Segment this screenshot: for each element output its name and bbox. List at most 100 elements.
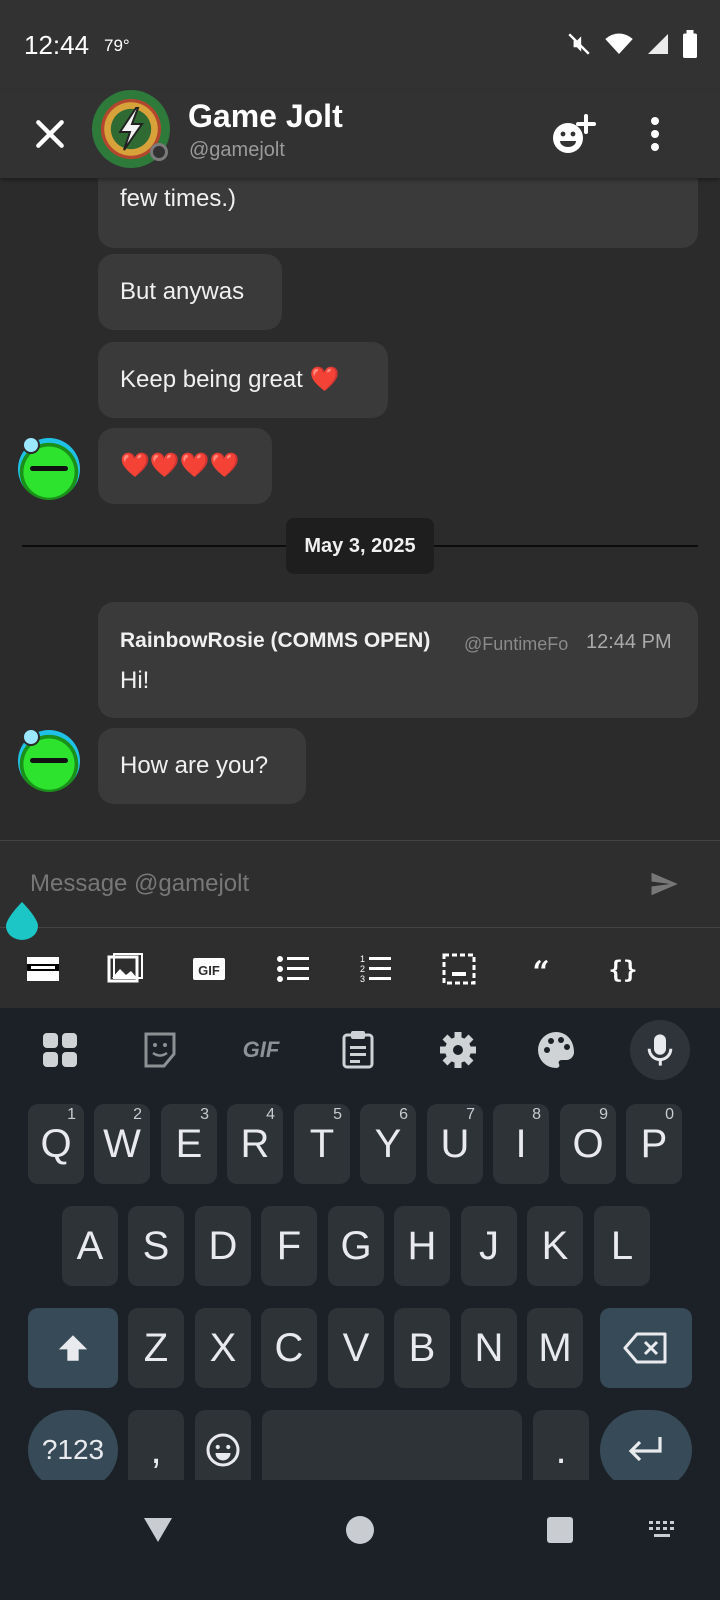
settings-icon[interactable] xyxy=(436,1028,480,1072)
shift-key[interactable] xyxy=(28,1308,118,1388)
quote-icon[interactable]: “ xyxy=(522,950,560,988)
home-nav-icon[interactable] xyxy=(344,1514,376,1546)
add-friend-icon[interactable] xyxy=(548,112,598,156)
message-bubble[interactable]: But anywas xyxy=(98,254,282,330)
key-t[interactable]: 5T xyxy=(294,1104,350,1184)
message-bubble[interactable]: RainbowRosie (COMMS OPEN) @FuntimeFo 12:… xyxy=(98,602,698,718)
message-composer xyxy=(0,840,720,928)
key-o[interactable]: 9O xyxy=(560,1104,616,1184)
key-b[interactable]: B xyxy=(394,1308,450,1388)
more-vert-icon[interactable] xyxy=(640,112,670,156)
message-author[interactable]: RainbowRosie (COMMS OPEN) xyxy=(120,624,430,658)
key-s[interactable]: S xyxy=(128,1206,184,1286)
message-text: Keep being great ❤️ xyxy=(120,366,340,393)
message-input[interactable] xyxy=(28,865,592,903)
status-icons xyxy=(566,30,698,58)
emoji-key[interactable] xyxy=(195,1410,251,1490)
sender-avatar[interactable] xyxy=(18,728,80,792)
backspace-icon xyxy=(623,1332,667,1364)
bullet-list-icon[interactable] xyxy=(274,950,312,988)
message-bubble[interactable]: How are you? xyxy=(98,728,306,804)
message-bubble[interactable]: ❤️❤️❤️❤️ xyxy=(98,428,272,504)
key-w[interactable]: 2W xyxy=(94,1104,150,1184)
key-i[interactable]: 8I xyxy=(493,1104,549,1184)
wifi-icon xyxy=(605,33,633,54)
key-x[interactable]: X xyxy=(195,1308,251,1388)
message-timestamp: 12:44 PM xyxy=(586,631,672,653)
keyboard-gif-button[interactable]: GIF xyxy=(234,1028,288,1072)
message-list[interactable]: Frucking love you (not like I thought ab… xyxy=(0,178,720,840)
key-f[interactable]: F xyxy=(261,1206,317,1286)
comma-key[interactable]: , xyxy=(128,1410,184,1490)
key-y[interactable]: 6Y xyxy=(360,1104,416,1184)
key-q[interactable]: 1Q xyxy=(28,1104,84,1184)
enter-key[interactable] xyxy=(600,1410,692,1490)
key-u[interactable]: 7U xyxy=(427,1104,483,1184)
key-l[interactable]: L xyxy=(594,1206,650,1286)
chat-handle: @gamejolt xyxy=(189,139,285,161)
text-cursor-handle[interactable] xyxy=(4,900,40,940)
key-n[interactable]: N xyxy=(461,1308,517,1388)
image-icon[interactable] xyxy=(106,950,144,988)
key-g[interactable]: G xyxy=(328,1206,384,1286)
message-bubble[interactable]: Frucking love you (not like I thought ab… xyxy=(98,178,698,248)
svg-text:2: 2 xyxy=(360,964,365,974)
space-key[interactable] xyxy=(262,1410,522,1490)
close-icon[interactable] xyxy=(30,114,70,154)
enter-icon xyxy=(628,1437,662,1462)
mute-icon xyxy=(568,33,590,55)
offline-status-indicator xyxy=(150,143,168,161)
keyboard-toolbar: GIF xyxy=(0,1008,720,1088)
spoiler-icon[interactable] xyxy=(24,950,62,988)
back-nav-icon[interactable] xyxy=(142,1516,174,1544)
status-time: 12:44 xyxy=(24,30,90,60)
code-icon[interactable]: {} xyxy=(604,950,642,988)
chat-title[interactable]: Game Jolt xyxy=(188,98,343,135)
numbered-list-icon[interactable]: 1 2 3 xyxy=(356,950,394,988)
key-e[interactable]: 3E xyxy=(161,1104,217,1184)
send-icon[interactable] xyxy=(648,869,680,899)
mic-icon xyxy=(647,1034,673,1066)
message-text: But anywas xyxy=(120,278,245,305)
battery-icon xyxy=(683,30,697,58)
key-m[interactable]: M xyxy=(527,1308,583,1388)
key-k[interactable]: K xyxy=(527,1206,583,1286)
symbols-key[interactable]: ?123 xyxy=(28,1410,118,1490)
message-author-handle[interactable]: @FuntimeFo xyxy=(464,627,576,661)
svg-text:3: 3 xyxy=(360,974,365,984)
status-temperature: 79° xyxy=(104,36,130,55)
message-bubble[interactable]: Keep being great ❤️ xyxy=(98,342,388,418)
backspace-key[interactable] xyxy=(600,1308,692,1388)
message-text: Frucking love you (not like I thought ab… xyxy=(120,185,237,212)
chat-header: Game Jolt @gamejolt xyxy=(0,90,720,178)
recents-nav-icon[interactable] xyxy=(546,1516,574,1544)
keyboard-switch-icon[interactable] xyxy=(648,1520,678,1540)
svg-text:1: 1 xyxy=(360,954,365,964)
message-text: How are you? xyxy=(120,752,269,779)
key-r[interactable]: 4R xyxy=(227,1104,283,1184)
apps-icon[interactable] xyxy=(38,1028,82,1072)
gif-icon[interactable]: GIF xyxy=(190,950,228,988)
key-z[interactable]: Z xyxy=(128,1308,184,1388)
signal-icon xyxy=(648,34,668,54)
embed-icon[interactable] xyxy=(440,950,478,988)
sticker-icon[interactable] xyxy=(138,1028,182,1072)
svg-text:GIF: GIF xyxy=(198,963,220,978)
period-key[interactable]: . xyxy=(533,1410,589,1490)
clipboard-icon[interactable] xyxy=(336,1028,380,1072)
key-p[interactable]: 0P xyxy=(626,1104,682,1184)
key-d[interactable]: D xyxy=(195,1206,251,1286)
key-a[interactable]: A xyxy=(62,1206,118,1286)
key-c[interactable]: C xyxy=(261,1308,317,1388)
key-h[interactable]: H xyxy=(394,1206,450,1286)
message-text: Hi! xyxy=(120,667,150,694)
mic-button[interactable] xyxy=(630,1020,690,1080)
sender-avatar[interactable] xyxy=(18,436,80,500)
system-nav-bar xyxy=(0,1480,720,1600)
key-j[interactable]: J xyxy=(461,1206,517,1286)
status-bar: 12:44 79° xyxy=(0,0,720,90)
emoji-icon xyxy=(206,1433,240,1467)
message-text: ❤️❤️❤️❤️ xyxy=(120,452,240,479)
palette-icon[interactable] xyxy=(534,1028,578,1072)
key-v[interactable]: V xyxy=(328,1308,384,1388)
